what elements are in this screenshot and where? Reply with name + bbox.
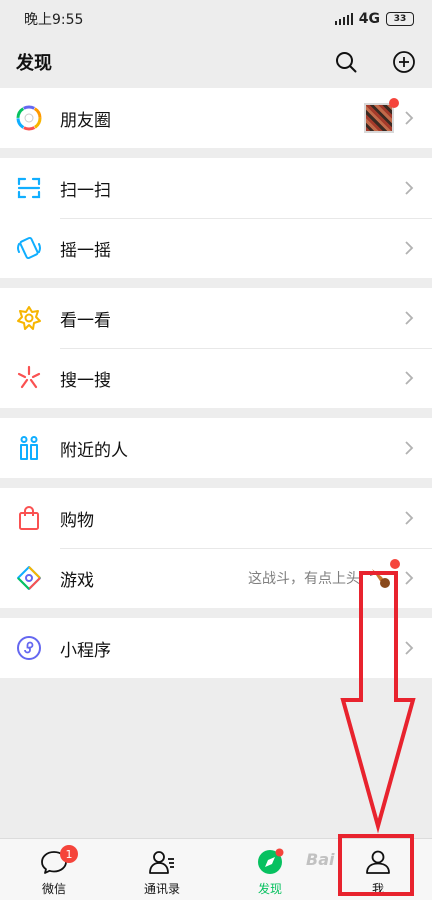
chevron-right-icon — [405, 241, 414, 255]
discover-compass-icon — [258, 848, 284, 874]
list-item-label: 搜一搜 — [60, 370, 111, 391]
list-item-people-nearby[interactable]: 附近的人 — [0, 418, 432, 478]
list-item-label: 朋友圈 — [60, 110, 111, 131]
list-item-label: 扫一扫 — [60, 180, 111, 201]
watermark: Bai — [306, 850, 335, 869]
status-time: 晚上9:55 — [24, 12, 84, 28]
network-label: 4G — [358, 11, 380, 27]
chevron-right-icon — [405, 511, 414, 525]
list-item-label: 摇一摇 — [60, 240, 111, 261]
group-scan-shake: 扫一扫 摇一摇 — [0, 158, 432, 278]
tab-label: 微信 — [41, 882, 66, 896]
shake-phone-icon — [17, 236, 41, 260]
list-item-mini-programs[interactable]: 小程序 — [0, 618, 432, 678]
list-item-label: 看一看 — [60, 310, 111, 331]
app-header: 发现 — [0, 38, 432, 86]
list-item-moments[interactable]: 朋友圈 — [0, 88, 432, 148]
signal-icon — [334, 13, 353, 25]
list-item-scan[interactable]: 扫一扫 — [0, 158, 432, 218]
tab-label: 发现 — [257, 882, 282, 896]
chevron-right-icon — [405, 571, 414, 585]
chevron-right-icon — [405, 441, 414, 455]
moments-thumbnail — [364, 98, 399, 133]
chevron-right-icon — [405, 111, 414, 125]
list-item-search[interactable]: 搜一搜 — [0, 348, 432, 408]
chevron-right-icon — [405, 371, 414, 385]
games-diamond-icon — [17, 566, 41, 590]
group-look-search: 看一看 搜一搜 — [0, 288, 432, 408]
list-item-games[interactable]: 游戏 这战斗，有点上头 — [0, 548, 432, 608]
tab-label: 通讯录 — [143, 882, 180, 896]
group-mini-programs: 小程序 — [0, 618, 432, 678]
battery-icon: 33 — [386, 12, 414, 26]
list-item-label: 附近的人 — [60, 440, 128, 461]
shopping-bag-icon — [19, 506, 39, 530]
list-item-label: 小程序 — [60, 640, 111, 661]
unread-dot — [390, 559, 400, 569]
contacts-icon — [149, 851, 174, 874]
list-item-label: 游戏 — [60, 570, 94, 591]
people-nearby-icon — [20, 436, 38, 460]
group-shop-games: 购物 游戏 这战斗，有点上头 — [0, 488, 432, 608]
unread-badge: 1 — [60, 845, 78, 863]
plus-circle-icon[interactable] — [392, 50, 416, 74]
group-nearby: 附近的人 — [0, 418, 432, 478]
mini-program-icon — [17, 636, 41, 660]
list-item-shake[interactable]: 摇一摇 — [0, 218, 432, 278]
scan-icon — [17, 177, 41, 199]
games-promo-text: 这战斗，有点上头 — [248, 571, 360, 587]
annotation-highlight-box — [338, 834, 414, 896]
tab-contacts[interactable]: 通讯录 — [108, 839, 216, 900]
top-stories-icon — [17, 306, 41, 330]
unread-dot — [389, 98, 399, 108]
status-indicators: 4G 33 — [334, 11, 414, 27]
chevron-right-icon — [405, 641, 414, 655]
list-item-top-stories[interactable]: 看一看 — [0, 288, 432, 348]
tab-discover[interactable]: 发现 — [216, 839, 324, 900]
tab-chats[interactable]: 1 微信 — [0, 839, 108, 900]
battery-level: 33 — [393, 13, 407, 24]
chevron-right-icon — [405, 181, 414, 195]
list-item-shopping[interactable]: 购物 — [0, 488, 432, 548]
page-title: 发现 — [16, 53, 52, 74]
search-icon[interactable] — [334, 50, 358, 74]
search-sparkle-icon — [17, 365, 41, 389]
game-character-icon — [369, 569, 390, 588]
status-bar: 晚上9:55 4G 33 — [0, 0, 432, 38]
moments-aperture-icon — [16, 105, 42, 131]
list-item-label: 购物 — [60, 510, 94, 531]
group-moments: 朋友圈 — [0, 88, 432, 148]
chevron-right-icon — [405, 311, 414, 325]
game-thumbnail — [368, 559, 400, 591]
